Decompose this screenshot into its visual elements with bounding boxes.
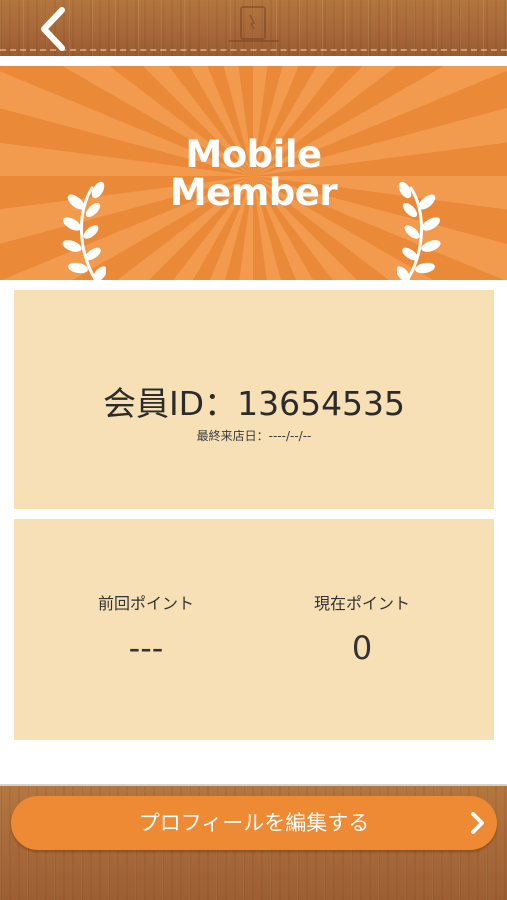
hero-title: Mobile Member (0, 136, 507, 212)
previous-points-value: --- (128, 629, 164, 667)
hero-title-line2: Member (169, 171, 338, 214)
previous-points-label: 前回ポイント (97, 594, 194, 613)
member-hero-banner: Mobile Member (0, 66, 507, 280)
last-visit-date: 最終来店日：----/--/-- (196, 429, 312, 443)
current-points-label: 現在ポイント (313, 594, 410, 613)
tablet-logo-icon (229, 6, 279, 42)
chevron-right-icon (471, 812, 484, 834)
points-card: 前回ポイント --- 現在ポイント 0 (14, 519, 494, 740)
member-id-card: 会員ID：13654535 最終来店日：----/--/-- (14, 290, 494, 509)
top-bar (0, 0, 507, 56)
chevron-left-icon (41, 7, 65, 51)
hero-title-line1: Mobile (185, 133, 322, 176)
edit-profile-button[interactable]: プロフィールを編集する (11, 796, 497, 850)
edit-profile-label: プロフィールを編集する (138, 811, 370, 835)
previous-points: 前回ポイント --- (26, 592, 266, 668)
stitch-divider (0, 49, 507, 51)
current-points: 現在ポイント 0 (242, 592, 482, 668)
back-button[interactable] (30, 6, 76, 52)
member-id: 会員ID：13654535 (102, 384, 406, 423)
current-points-value: 0 (351, 629, 373, 667)
